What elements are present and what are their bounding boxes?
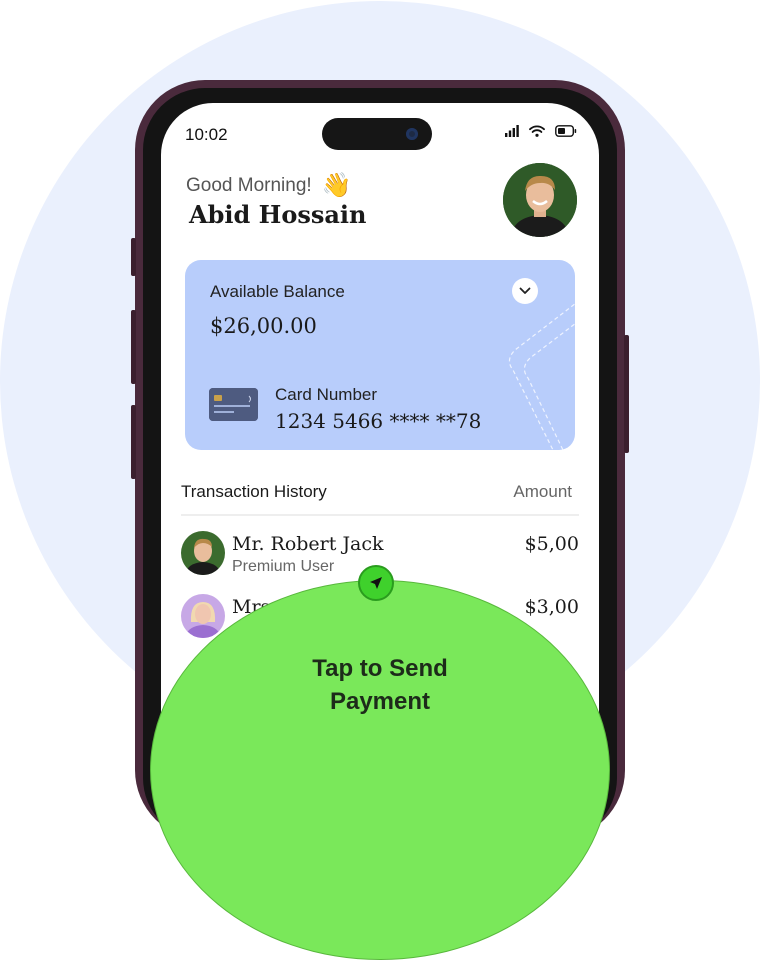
avatar <box>181 594 225 638</box>
send-icon-button[interactable] <box>358 565 394 601</box>
card-number-label: Card Number <box>275 385 378 404</box>
status-icons <box>505 125 577 137</box>
divider <box>181 514 579 516</box>
volume-down-button-hardware <box>131 310 136 384</box>
camera-icon <box>406 128 418 140</box>
balance-amount: $26,00.00 <box>210 314 317 338</box>
status-time: 10:02 <box>185 125 228 144</box>
send-icon <box>370 577 382 589</box>
volume-up-button-hardware <box>131 238 136 276</box>
dynamic-island <box>322 118 432 150</box>
wifi-icon <box>529 125 545 137</box>
battery-icon <box>555 125 577 137</box>
signal-icon <box>505 125 519 137</box>
send-payment-label: Tap to Send Payment <box>250 652 510 718</box>
transaction-name: Mr. Robert Jack <box>232 533 384 555</box>
profile-avatar[interactable] <box>503 163 577 237</box>
card-dropdown-button[interactable] <box>512 278 538 304</box>
chevron-down-icon <box>519 287 531 294</box>
card-number: 1234 5466 **** **78 <box>275 409 482 433</box>
credit-card-icon <box>209 388 258 421</box>
transaction-history-title: Transaction History <box>181 482 327 501</box>
transaction-subtitle: Premium User <box>232 558 335 575</box>
balance-label: Available Balance <box>210 282 345 301</box>
transaction-amount: $3,00 <box>524 596 579 618</box>
amount-header: Amount <box>513 482 572 501</box>
silent-switch-hardware <box>131 405 136 479</box>
balance-card[interactable]: Available Balance $26,00.00 Card Number … <box>185 260 575 450</box>
send-payment-label-line2: Payment <box>329 688 431 715</box>
power-button-hardware <box>624 335 629 453</box>
waving-hand-icon: 👋 <box>321 172 352 199</box>
greeting-text: Good Morning! <box>186 174 312 196</box>
avatar <box>181 531 225 575</box>
greeting: Good Morning! 👋 <box>186 171 352 200</box>
send-payment-label-line1: Tap to Send <box>312 655 448 682</box>
user-name: Abid Hossain <box>189 200 367 229</box>
send-payment-button[interactable] <box>150 580 610 960</box>
transaction-amount: $5,00 <box>524 533 579 555</box>
